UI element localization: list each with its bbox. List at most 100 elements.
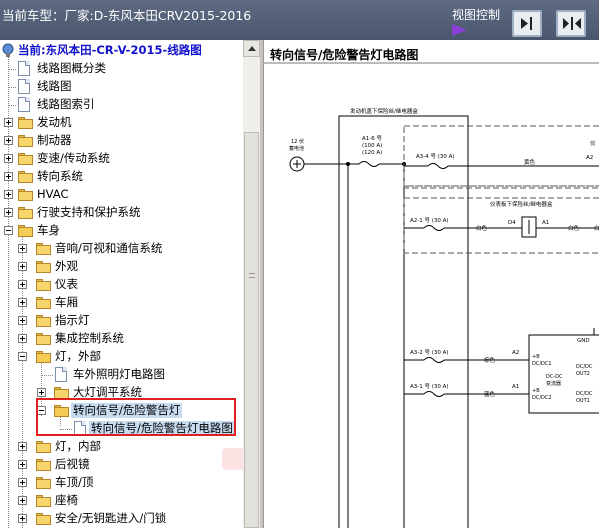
tree-item-index[interactable]: 线路图索引: [0, 96, 243, 114]
collapse-left-pane-button[interactable]: [512, 10, 542, 37]
split-view-button[interactable]: [556, 10, 586, 37]
wire-yellow: 黄色: [524, 158, 536, 166]
tree-item-interior-lights[interactable]: 灯，内部: [0, 438, 243, 456]
fuse-box-label: 发动机盖下保险丝/继电器盒: [350, 107, 418, 115]
tree-item-label: 指示灯: [55, 313, 90, 327]
tree-item-label: 灯，外部: [55, 349, 101, 363]
tree-item-exterior[interactable]: 外观: [0, 258, 243, 276]
tree-item-exterior-lights[interactable]: 灯，外部: [0, 348, 243, 366]
tree-item-label: 车身: [37, 223, 60, 237]
expand-icon[interactable]: [4, 136, 13, 145]
collapse-icon[interactable]: [18, 352, 27, 361]
split-view-icon: [563, 17, 581, 30]
wire-white-3: 白色: [594, 224, 599, 232]
fuse-a1-label2: (100 A): [362, 143, 382, 149]
tree-item-cabin[interactable]: 车厢: [0, 294, 243, 312]
tree-item-label: 仪表: [55, 277, 78, 291]
tree-item-body[interactable]: 车身: [0, 222, 243, 240]
folder-open-icon: [36, 351, 51, 363]
expand-icon[interactable]: [18, 298, 27, 307]
tree-item-label: HVAC: [37, 187, 69, 201]
tree-item-integrated-control[interactable]: 集成控制系统: [0, 330, 243, 348]
tree-item-label: 车厢: [55, 295, 78, 309]
tree-item-mirrors[interactable]: 后视镜: [0, 456, 243, 474]
conv-mid-b: 变流器: [546, 380, 561, 387]
expand-icon[interactable]: [4, 118, 13, 127]
expand-icon[interactable]: [18, 460, 27, 469]
tree-item-seats[interactable]: 座椅: [0, 492, 243, 510]
tree-item-roof[interactable]: 车顶/顶: [0, 474, 243, 492]
tree-item-security[interactable]: 安全/无钥匙进入/门锁: [0, 510, 243, 528]
tree-item-label: 外观: [55, 259, 78, 273]
search-watermark-icon: [222, 448, 243, 470]
expand-icon[interactable]: [4, 154, 13, 163]
expand-icon[interactable]: [18, 244, 27, 253]
expand-icon[interactable]: [18, 316, 27, 325]
highlight-annotation-box: [36, 398, 236, 436]
tree-item-label: 行驶支持和保护系统: [37, 205, 141, 219]
folder-icon: [36, 243, 51, 255]
expand-icon[interactable]: [18, 496, 27, 505]
circuit-tree-view[interactable]: 当前:东风本田-CR-V-2015-线路图 线路图概分类 线路图 线路图索引 发…: [0, 40, 243, 528]
tree-item-brakes[interactable]: 制动器: [0, 132, 243, 150]
folder-icon: [36, 477, 51, 489]
fuse-a1-label3: (120 A): [362, 150, 382, 156]
battery-label-line2: 蓄电池: [289, 145, 304, 152]
tree-item-label: 后视镜: [55, 457, 90, 471]
conv-in2-b: DC/DC2: [532, 395, 552, 401]
tree-item-label: 制动器: [37, 133, 72, 147]
tree-item-label: 车外照明灯电路图: [73, 367, 165, 381]
tree-item-hvac[interactable]: HVAC: [0, 186, 243, 204]
expand-icon[interactable]: [18, 280, 27, 289]
pin-a2-mid: A2: [512, 350, 519, 356]
scroll-up-arrow-icon[interactable]: [243, 40, 260, 57]
tree-item-wiring[interactable]: 线路图: [0, 78, 243, 96]
tree-item-label: 安全/无钥匙进入/门锁: [55, 511, 167, 525]
wire-white-1: 白色: [476, 224, 488, 232]
tree-item-engine[interactable]: 发动机: [0, 114, 243, 132]
conv-in1-b: DC/DC1: [532, 361, 552, 367]
collapse-icon[interactable]: [4, 226, 13, 235]
fuse-a2-1-label: A2-1 号 (30 A): [410, 217, 449, 224]
folder-icon: [36, 441, 51, 453]
folder-icon: [18, 153, 33, 165]
expand-icon[interactable]: [18, 514, 27, 523]
conv-in1-a: +B: [532, 354, 540, 360]
document-icon: [55, 367, 67, 382]
diagram-pane[interactable]: 转向信号/危险警告灯电路图 发动机盖下保险丝/继电器盒 12 伏 蓄电池 A1-…: [263, 40, 599, 528]
tree-item-gauges[interactable]: 仪表: [0, 276, 243, 294]
tree-root[interactable]: 当前:东风本田-CR-V-2015-线路图: [0, 42, 243, 60]
tree-item-audio[interactable]: 音响/可视和通信系统: [0, 240, 243, 258]
tree-item-steering[interactable]: 转向系统: [0, 168, 243, 186]
folder-icon: [36, 333, 51, 345]
expand-icon[interactable]: [4, 172, 13, 181]
expand-icon[interactable]: [18, 334, 27, 343]
tree-item-indicators[interactable]: 指示灯: [0, 312, 243, 330]
gnd-label: GND: [577, 338, 590, 344]
folder-icon: [18, 171, 33, 183]
expand-icon[interactable]: [18, 478, 27, 487]
expand-icon[interactable]: [37, 388, 46, 397]
document-icon: [18, 79, 30, 94]
folder-icon: [18, 117, 33, 129]
tree-root-label: 当前:东风本田-CR-V-2015-线路图: [18, 43, 202, 57]
pin-a2-top: A2: [586, 155, 593, 161]
expand-icon[interactable]: [4, 208, 13, 217]
tree-item-overview[interactable]: 线路图概分类: [0, 60, 243, 78]
conv-out1-a: DC/DC: [576, 364, 593, 370]
expand-icon[interactable]: [18, 442, 27, 451]
tree-item-transmission[interactable]: 变速/传动系统: [0, 150, 243, 168]
folder-icon: [36, 261, 51, 273]
tree-scrollbar[interactable]: [243, 40, 260, 528]
tree-item-label: 线路图索引: [37, 97, 95, 111]
fuse-a3-2-label: A3-2 号 (30 A): [410, 349, 449, 356]
scrollbar-thumb[interactable]: [244, 132, 259, 528]
tree-item-label: 座椅: [55, 493, 78, 507]
expand-icon[interactable]: [4, 190, 13, 199]
folder-icon: [36, 279, 51, 291]
expand-icon[interactable]: [18, 262, 27, 271]
wire-blue: 蓝色: [484, 390, 496, 398]
tree-item-label: 灯，内部: [55, 439, 101, 453]
tree-item-driving-support[interactable]: 行驶支持和保护系统: [0, 204, 243, 222]
tree-item-exterior-lights-diagram[interactable]: 车外照明灯电路图: [0, 366, 243, 384]
